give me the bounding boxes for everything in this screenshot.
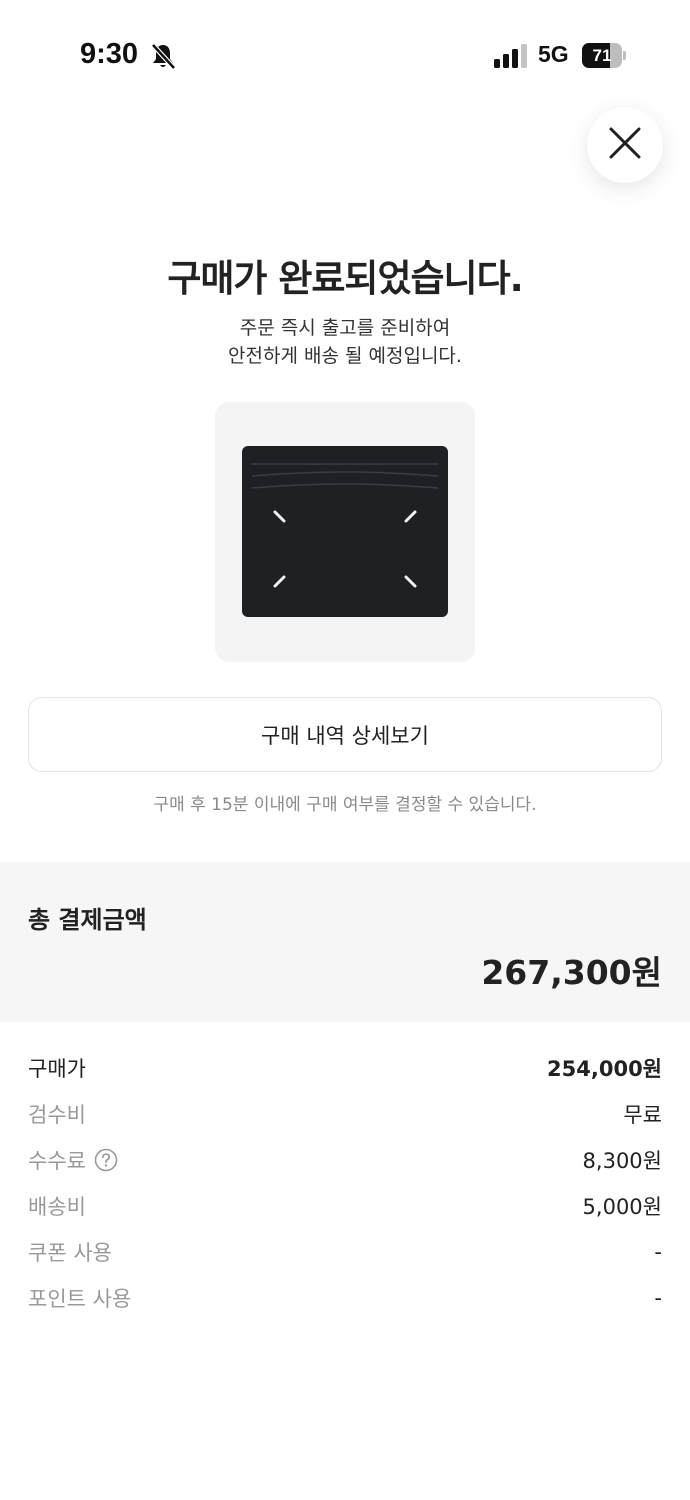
description-line-1: 주문 즉시 출고를 준비하여 xyxy=(239,317,451,339)
row-label: 수수료 xyxy=(28,1149,86,1173)
breakdown-row-inspection-fee: 검수비 무료 xyxy=(28,1091,662,1137)
card-wallet-image xyxy=(242,446,448,617)
question-circle-icon[interactable] xyxy=(94,1148,118,1172)
row-label: 쿠폰 사용 xyxy=(28,1241,112,1265)
row-value: 8,300원 xyxy=(582,1149,662,1173)
product-image xyxy=(215,402,475,662)
breakdown-row-commission: 수수료 8,300원 xyxy=(28,1137,662,1183)
row-value: - xyxy=(654,1240,662,1264)
cancel-notice: 구매 후 15분 이내에 구매 여부를 결정할 수 있습니다. xyxy=(153,795,537,815)
row-value: 254,000원 xyxy=(547,1057,662,1081)
network-label: 5G xyxy=(538,41,569,67)
breakdown-row-points: 포인트 사용 - xyxy=(28,1275,662,1321)
row-value: 5,000원 xyxy=(582,1195,662,1219)
total-amount: 267,300원 xyxy=(481,953,662,992)
signal-bars-icon xyxy=(493,44,529,68)
price-breakdown: 구매가 254,000원 검수비 무료 수수료 8,300원 배송비 5,000… xyxy=(28,1045,662,1321)
mute-bell-icon xyxy=(150,42,176,70)
row-label: 배송비 xyxy=(28,1195,86,1219)
completion-description: 주문 즉시 출고를 준비하여 안전하게 배송 될 예정입니다. xyxy=(0,314,690,370)
breakdown-row-purchase-price: 구매가 254,000원 xyxy=(28,1045,662,1091)
description-line-2: 안전하게 배송 될 예정입니다. xyxy=(228,345,462,367)
view-purchase-details-button[interactable]: 구매 내역 상세보기 xyxy=(28,697,662,772)
battery-level: 71 xyxy=(592,46,612,65)
close-button[interactable] xyxy=(587,107,663,183)
battery-icon: 71 xyxy=(582,43,626,68)
row-value: - xyxy=(654,1286,662,1310)
row-label: 구매가 xyxy=(28,1057,86,1081)
row-label: 검수비 xyxy=(28,1103,86,1127)
row-label-group: 수수료 xyxy=(28,1145,118,1175)
status-bar: 9:30 5G 71 xyxy=(0,0,690,110)
row-value: 무료 xyxy=(623,1103,662,1127)
row-label: 포인트 사용 xyxy=(28,1287,132,1311)
total-label: 총 결제금액 xyxy=(28,906,147,934)
page-title: 구매가 완료되었습니다. xyxy=(167,257,523,300)
total-payment-section: 총 결제금액 267,300원 xyxy=(0,862,690,1022)
close-icon xyxy=(608,126,642,164)
purchase-complete-screen: 9:30 5G 71 구매가 완료되었습니다. 주문 즉시 출고를 준비하여 안… xyxy=(0,0,690,1500)
breakdown-row-shipping-fee: 배송비 5,000원 xyxy=(28,1183,662,1229)
breakdown-row-coupon: 쿠폰 사용 - xyxy=(28,1229,662,1275)
status-time: 9:30 xyxy=(80,38,139,70)
